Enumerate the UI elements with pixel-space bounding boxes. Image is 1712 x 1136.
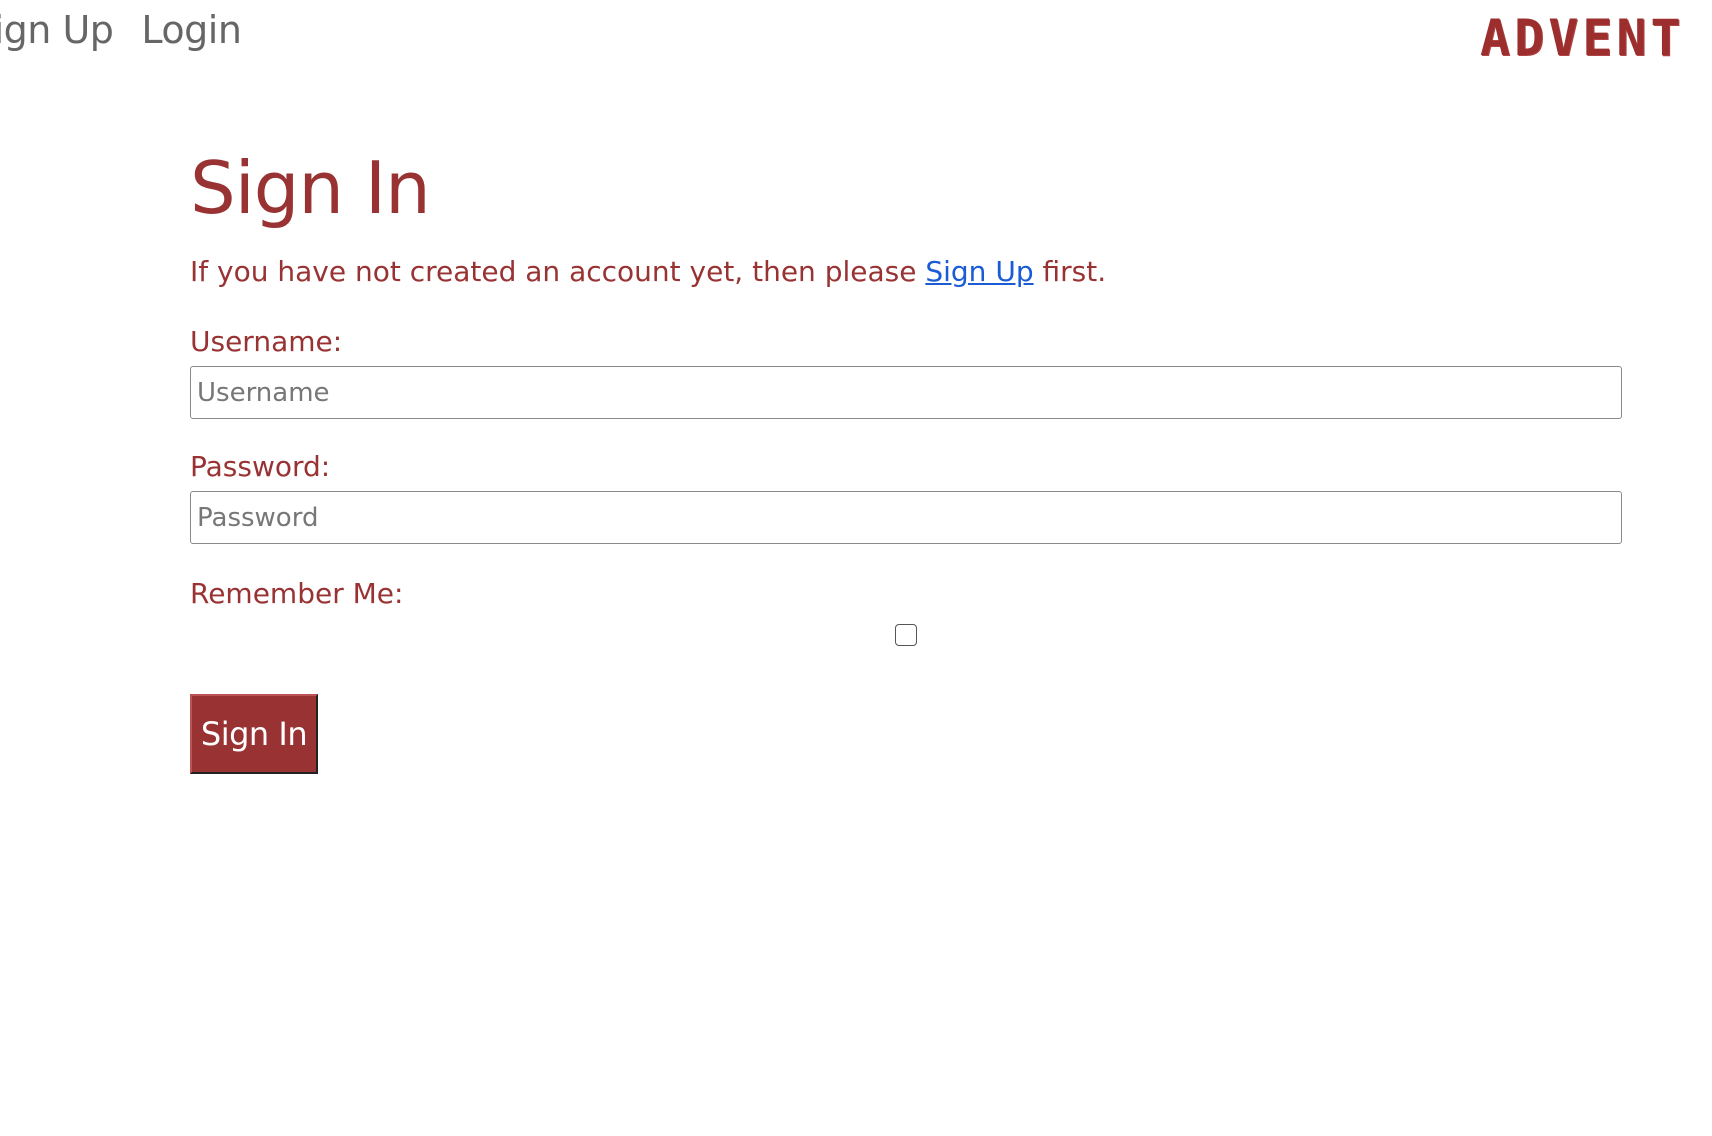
- site-logo[interactable]: ADVENT: [1480, 8, 1685, 68]
- signin-button[interactable]: Sign In: [190, 694, 318, 774]
- username-input[interactable]: [190, 366, 1622, 419]
- intro-text: If you have not created an account yet, …: [190, 250, 1622, 294]
- page: Sign Up Login ADVENT Sign In If you have…: [0, 0, 1712, 1136]
- intro-text-before: If you have not created an account yet, …: [190, 255, 926, 288]
- remember-me-label: Remember Me:: [190, 577, 404, 610]
- password-label: Password:: [190, 450, 331, 483]
- intro-text-after: first.: [1033, 255, 1107, 288]
- signup-link[interactable]: Sign Up: [925, 255, 1033, 288]
- remember-me-checkbox[interactable]: [895, 624, 917, 646]
- nav-login-link[interactable]: Login: [141, 0, 242, 60]
- remember-me-row: [190, 624, 1622, 654]
- password-input[interactable]: [190, 491, 1622, 544]
- top-nav: Sign Up Login: [0, 0, 242, 70]
- username-label: Username:: [190, 325, 343, 358]
- nav-signup-link[interactable]: Sign Up: [0, 0, 114, 60]
- page-title: Sign In: [190, 146, 431, 230]
- signin-form: Sign In If you have not created an accou…: [190, 140, 1622, 774]
